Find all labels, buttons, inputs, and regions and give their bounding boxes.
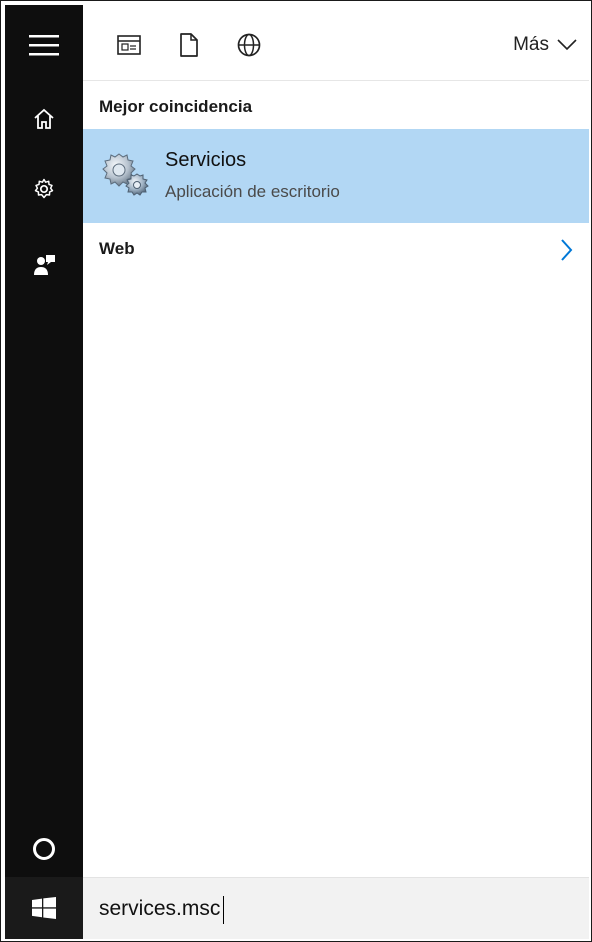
apps-filter-button[interactable] (111, 27, 147, 63)
cortana-button[interactable] (5, 813, 83, 885)
best-match-subtitle: Aplicación de escritorio (165, 182, 340, 201)
search-results-panel: Más Mejor coincidencia Servicios Aplicac… (83, 5, 589, 939)
web-results-row[interactable]: Web (83, 231, 589, 271)
person-feedback-icon (34, 255, 55, 275)
more-filters-dropdown[interactable]: Más (513, 31, 577, 59)
hamburger-icon (29, 35, 59, 56)
chevron-right-icon (561, 239, 573, 261)
globe-icon (237, 33, 261, 57)
apps-icon (117, 35, 141, 55)
hamburger-menu-button[interactable] (5, 9, 83, 81)
chevron-down-icon (557, 39, 577, 51)
web-heading: Web (99, 239, 135, 258)
home-button[interactable] (5, 83, 83, 155)
search-bar (83, 877, 589, 939)
best-match-title: Servicios (165, 149, 247, 171)
web-filter-button[interactable] (231, 27, 267, 63)
feedback-button[interactable] (5, 229, 83, 301)
start-button[interactable] (5, 877, 83, 939)
document-icon (180, 33, 198, 57)
search-input[interactable] (99, 890, 559, 927)
best-match-result[interactable]: Servicios Aplicación de escritorio (83, 129, 589, 223)
best-match-heading: Mejor coincidencia (99, 97, 253, 116)
cortana-circle-icon (33, 838, 55, 860)
text-caret (223, 896, 224, 924)
home-icon (34, 108, 54, 129)
left-rail (5, 5, 83, 939)
settings-button[interactable] (5, 153, 83, 225)
documents-filter-button[interactable] (171, 27, 207, 63)
windows-logo-icon (32, 897, 56, 919)
filter-toolbar: Más (83, 5, 589, 81)
cortana-search-window: Más Mejor coincidencia Servicios Aplicac… (0, 0, 592, 942)
gear-icon (34, 178, 54, 199)
services-gears-icon (102, 153, 149, 196)
more-label: Más (513, 34, 549, 55)
